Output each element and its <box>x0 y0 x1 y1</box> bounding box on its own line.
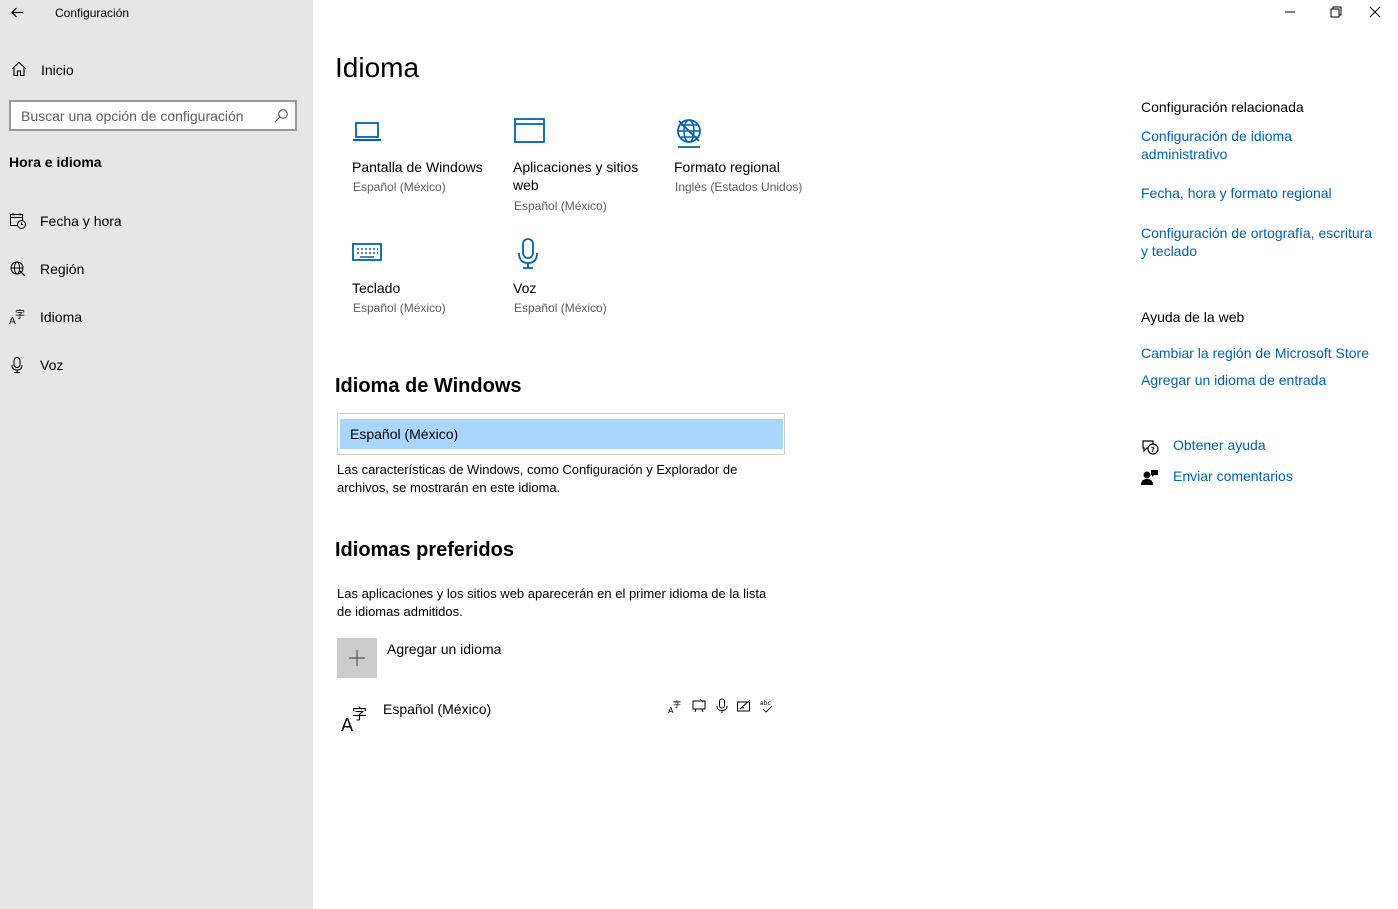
tile-value: Español (México) <box>353 301 446 315</box>
svg-text:字: 字 <box>673 699 681 709</box>
minimize-icon <box>1285 11 1295 13</box>
link-add-input-language[interactable]: Agregar un idioma de entrada <box>1141 371 1381 389</box>
link-spelling-typing[interactable]: Configuración de ortografía, escritura y… <box>1141 224 1381 260</box>
restore-icon <box>1330 6 1342 18</box>
voice-recognition-icon <box>716 698 728 713</box>
microphone-icon <box>518 238 538 269</box>
home-icon <box>11 61 27 77</box>
globe-format-icon <box>677 119 701 148</box>
sidebar-item-language[interactable]: A 字 Idioma <box>0 300 313 334</box>
tile-speech[interactable]: Voz Español (México) <box>513 238 663 318</box>
tile-keyboard[interactable]: Teclado Español (México) <box>352 238 502 318</box>
link-change-store-region[interactable]: Cambiar la región de Microsoft Store <box>1141 344 1381 362</box>
tile-apps-websites[interactable]: Aplicaciones y sitios web Español (Méxic… <box>513 117 663 217</box>
search-icon[interactable] <box>273 108 289 124</box>
laptop-icon <box>353 122 381 141</box>
add-language-label: Agregar un idioma <box>387 641 502 657</box>
tile-title: Aplicaciones y sitios web <box>513 159 639 193</box>
language-name: Español (México) <box>383 701 492 717</box>
speech-icon <box>692 698 706 713</box>
section-heading: Hora e idioma <box>9 154 102 170</box>
tile-value: Español (México) <box>514 199 607 213</box>
send-feedback-link[interactable]: Enviar comentarios <box>1141 467 1361 489</box>
keyboard-icon <box>352 243 382 261</box>
close-icon <box>1369 6 1381 18</box>
sidebar-item-speech[interactable]: Voz <box>0 348 313 382</box>
back-arrow-icon <box>11 7 23 18</box>
sidebar-item-label: Inicio <box>41 62 74 78</box>
sidebar: Configuración Inicio Hora e idioma Fecha… <box>0 0 313 909</box>
calendar-clock-icon <box>10 213 26 229</box>
sidebar-item-label: Idioma <box>40 309 83 325</box>
microphone-icon <box>11 357 23 373</box>
svg-text:?: ? <box>1151 446 1155 454</box>
tile-title: Teclado <box>352 280 401 296</box>
language-icon: A 字 <box>9 308 25 326</box>
link-date-time-format[interactable]: Fecha, hora y formato regional <box>1141 184 1381 202</box>
sidebar-item-home[interactable]: Inicio <box>0 56 313 84</box>
tile-windows-display[interactable]: Pantalla de Windows Español (México) <box>352 117 502 197</box>
plus-icon <box>349 650 365 666</box>
search-input[interactable] <box>21 106 261 126</box>
help-chat-icon: ? <box>1142 440 1159 455</box>
language-list-item[interactable]: A 字 Español (México) A 字 abc <box>337 695 787 740</box>
send-feedback-label: Enviar comentarios <box>1173 468 1293 484</box>
feedback-person-icon <box>1141 470 1158 485</box>
add-language-button[interactable]: Agregar un idioma <box>337 638 537 678</box>
display-language-icon: A 字 <box>668 699 681 714</box>
handwriting-icon <box>737 699 751 712</box>
window-icon <box>514 118 545 143</box>
tile-value: Español (México) <box>514 301 607 315</box>
preferred-languages-heading: Idiomas preferidos <box>335 539 514 561</box>
plus-icon-box <box>337 638 377 678</box>
sidebar-item-date-time[interactable]: Fecha y hora <box>0 204 313 238</box>
selected-language: Español (México) <box>350 426 459 442</box>
back-button[interactable] <box>6 3 28 23</box>
selected-option[interactable]: Español (México) <box>340 419 783 449</box>
svg-text:abc: abc <box>760 700 771 707</box>
page-title: Idioma <box>335 52 420 83</box>
web-help-heading: Ayuda de la web <box>1141 309 1245 325</box>
related-settings-heading: Configuración relacionada <box>1141 99 1304 115</box>
preferred-languages-description: Las aplicaciones y los sitios web aparec… <box>337 586 767 619</box>
language-glyph-icon: A 字 <box>341 705 367 733</box>
sidebar-item-label: Fecha y hora <box>40 213 122 229</box>
tile-value: Español (México) <box>353 180 446 194</box>
close-button[interactable] <box>1352 0 1398 24</box>
svg-text:字: 字 <box>352 705 367 723</box>
sidebar-item-label: Región <box>40 261 85 277</box>
svg-text:字: 字 <box>15 308 25 321</box>
minimize-button[interactable] <box>1267 0 1313 24</box>
link-admin-language[interactable]: Configuración de idioma administrativo <box>1141 127 1341 163</box>
windows-language-dropdown[interactable]: Español (México) <box>337 413 785 455</box>
tile-title: Formato regional <box>674 159 780 175</box>
windows-language-heading: Idioma de Windows <box>335 375 522 397</box>
sidebar-item-region[interactable]: Región <box>0 252 313 286</box>
windows-language-description: Las características de Windows, como Con… <box>337 462 738 495</box>
sidebar-item-label: Voz <box>40 357 64 373</box>
spellcheck-icon: abc <box>760 700 773 713</box>
get-help-label: Obtener ayuda <box>1173 437 1266 453</box>
app-title: Configuración <box>55 6 130 20</box>
tile-regional-format[interactable]: Formato regional Inglés (Estados Unidos) <box>674 117 824 197</box>
search-box[interactable] <box>9 100 297 131</box>
globe-icon <box>10 261 26 277</box>
tile-title: Voz <box>513 280 537 296</box>
get-help-link[interactable]: ? Obtener ayuda <box>1141 436 1361 458</box>
tile-value: Inglés (Estados Unidos) <box>675 180 803 194</box>
tile-title: Pantalla de Windows <box>352 159 483 175</box>
